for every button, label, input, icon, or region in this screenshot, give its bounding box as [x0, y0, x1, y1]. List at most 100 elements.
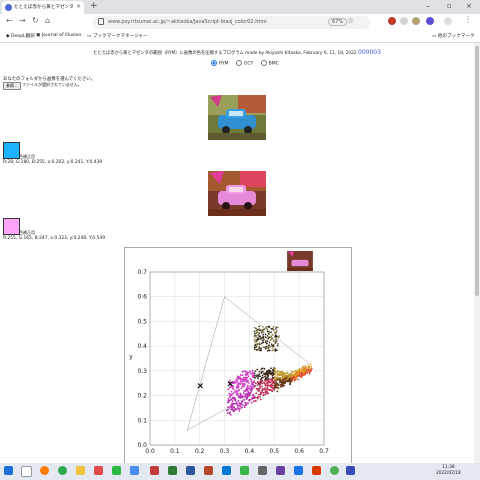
extensions-puzzle-icon[interactable]: [444, 17, 452, 25]
app-icon[interactable]: [346, 466, 355, 475]
cloud-point: [274, 378, 277, 381]
line-icon[interactable]: [112, 466, 121, 475]
bookmark-star-icon[interactable]: ☆: [347, 16, 354, 25]
app-icon[interactable]: [276, 466, 285, 475]
app-icon[interactable]: [312, 466, 321, 475]
forward-icon[interactable]: →: [19, 16, 26, 25]
cloud-point: [240, 402, 242, 405]
cloud-point: [262, 333, 264, 336]
powerpoint-icon[interactable]: [204, 466, 213, 475]
cloud-point: [271, 337, 274, 340]
extension-icon[interactable]: [388, 17, 396, 25]
x-tick-label: 0.7: [319, 448, 329, 455]
cloud-point: [260, 338, 262, 340]
processed-color-swatch: [3, 218, 20, 235]
cloud-point: [268, 349, 271, 352]
app-icon[interactable]: [258, 466, 267, 475]
other-bookmarks[interactable]: ▭ 他のブックマーク: [432, 33, 475, 39]
radio-bmc[interactable]: [260, 60, 267, 66]
browser-tab[interactable]: たとえば赤から黄とマゼンタの範囲 ×: [2, 1, 84, 14]
extension-icon[interactable]: [412, 17, 420, 25]
cloud-point: [226, 401, 229, 404]
cloud-point: [282, 377, 284, 379]
cloud-point: [247, 402, 250, 405]
y-tick-label: 0.4: [137, 343, 147, 350]
cloud-point: [236, 408, 238, 411]
cloud-point: [258, 328, 260, 330]
cloud-point: [275, 349, 277, 351]
radio-rym[interactable]: [211, 60, 217, 66]
cloud-point: [258, 373, 261, 376]
cloud-point: [240, 406, 243, 409]
scrollbar-thumb[interactable]: [475, 46, 479, 296]
extension-icon[interactable]: [400, 17, 408, 25]
cloud-point: [239, 383, 242, 386]
x-tick-label: 0.6: [294, 448, 304, 455]
folder-icon[interactable]: [76, 466, 85, 475]
cloud-point: [264, 336, 267, 338]
maximize-icon[interactable]: ▫: [447, 2, 452, 10]
y-tick-label: 0.6: [137, 294, 147, 301]
app-icon[interactable]: [130, 466, 139, 475]
back-icon[interactable]: ←: [6, 16, 13, 25]
minimize-icon[interactable]: –: [426, 2, 430, 10]
cloud-point: [288, 383, 291, 386]
chrome-icon[interactable]: [58, 466, 67, 475]
cloud-point: [309, 371, 311, 373]
cloud-point: [281, 380, 284, 383]
cloud-point: [241, 382, 244, 385]
bookmark-deepl[interactable]: ◆ DeepL翻訳: [6, 33, 35, 39]
reload-icon[interactable]: ↻: [32, 16, 39, 25]
radio-gcy[interactable]: [235, 60, 242, 66]
cloud-point: [258, 331, 260, 334]
cloud-point: [251, 371, 254, 374]
chart-grid: [149, 271, 325, 446]
cloud-point: [247, 393, 250, 396]
bookmark-journal[interactable]: ▣ Journal of Illusion: [36, 33, 81, 38]
cloud-point: [253, 330, 256, 333]
app-icon[interactable]: [94, 466, 103, 475]
cloud-point: [264, 389, 267, 391]
firefox-icon[interactable]: [40, 466, 49, 475]
windows-start-icon[interactable]: [4, 466, 13, 475]
cloud-point: [263, 338, 265, 341]
cloud-point: [302, 371, 305, 374]
profile-avatar-icon[interactable]: [426, 17, 434, 25]
word-icon[interactable]: [186, 466, 195, 475]
home-icon[interactable]: ⌂: [45, 16, 50, 25]
search-icon[interactable]: [21, 466, 32, 477]
cloud-point: [240, 387, 243, 390]
taskbar-clock[interactable]: 11:38 2022/02/18: [436, 465, 461, 477]
app-icon[interactable]: [294, 466, 303, 475]
y-axis-label: y: [129, 354, 133, 361]
url-text[interactable]: www.psy.ritsumei.ac.jp/~akitaoka/JavaScr…: [108, 19, 267, 25]
close-window-icon[interactable]: ×: [466, 2, 472, 10]
cloud-point: [261, 382, 264, 385]
cloud-point: [230, 404, 233, 406]
bookmark-manager[interactable]: ▭ ブックマークマネージャー: [87, 33, 148, 39]
y-tick-label: 0.1: [137, 417, 147, 424]
cloud-point: [237, 387, 240, 389]
excel-icon[interactable]: [168, 466, 177, 475]
new-tab-button[interactable]: +: [90, 1, 98, 11]
outlook-icon[interactable]: [222, 466, 231, 475]
cloud-point: [255, 341, 257, 344]
app-icon[interactable]: [150, 466, 159, 475]
chromaticity-chart: × × 0.0 0.1 0.2 0.3 0.4 0.5 0.6 0.7 0.0 0.1 0.2 0.3 0…: [129, 251, 329, 455]
cloud-point: [269, 373, 272, 375]
file-browse-button[interactable]: 参照...: [3, 82, 21, 90]
cloud-point: [236, 375, 239, 378]
lock-icon[interactable]: [98, 18, 104, 25]
cloud-point: [242, 380, 245, 382]
cloud-point: [262, 337, 264, 340]
cloud-point: [229, 405, 232, 408]
app-icon[interactable]: [240, 466, 249, 475]
chrome-icon[interactable]: [330, 466, 339, 475]
cloud-point: [265, 382, 268, 384]
cloud-point: [267, 348, 270, 350]
zoom-level[interactable]: 67%: [328, 18, 348, 26]
cloud-point: [278, 376, 281, 379]
cloud-point: [254, 370, 257, 373]
close-tab-icon[interactable]: ×: [76, 3, 81, 10]
menu-icon[interactable]: ⋮: [464, 15, 472, 24]
